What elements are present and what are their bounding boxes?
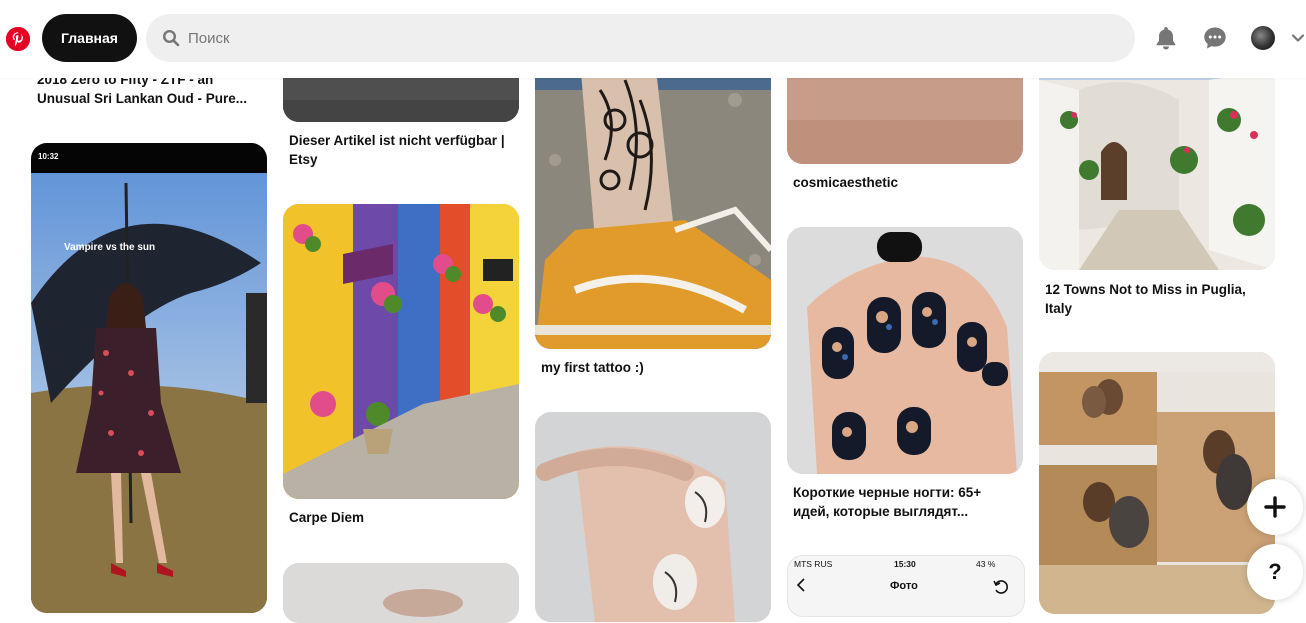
pin-image bbox=[535, 60, 771, 349]
phone-status-time: 10:32 bbox=[38, 152, 59, 161]
pin-image bbox=[283, 563, 519, 623]
pin-caption-tattoo[interactable]: my first tattoo :) bbox=[541, 358, 644, 377]
search-icon bbox=[162, 29, 180, 47]
search-bar[interactable] bbox=[146, 14, 1135, 62]
pin-caption-line: Dieser Artikel ist nicht verfügbar | bbox=[289, 133, 505, 148]
pin-vampire-photo[interactable]: 10:32 Vampire vs the sun bbox=[31, 143, 267, 613]
back-chevron-icon bbox=[796, 578, 805, 592]
svg-text:?: ? bbox=[1268, 559, 1281, 584]
pin-caption-line: Italy bbox=[1045, 301, 1073, 316]
pin-nail-art-photo[interactable] bbox=[535, 412, 771, 622]
vampire-overlay-text: Vampire vs the sun bbox=[64, 242, 156, 253]
phone-carrier: MTS RUS bbox=[794, 559, 833, 569]
help-button[interactable]: ? bbox=[1247, 544, 1303, 600]
messages-chat-icon[interactable] bbox=[1202, 25, 1228, 51]
pin-image bbox=[31, 143, 267, 613]
pin-caption-line: идей, которые выглядят... bbox=[793, 504, 969, 519]
undo-icon bbox=[993, 580, 1008, 594]
pin-tattoo-photo[interactable] bbox=[535, 60, 771, 349]
pin-hand-photo[interactable] bbox=[283, 563, 519, 623]
phone-time: 15:30 bbox=[894, 559, 916, 569]
plus-icon bbox=[1264, 496, 1286, 518]
phone-battery: 43 % bbox=[976, 559, 996, 569]
search-input[interactable] bbox=[186, 22, 1090, 54]
photo-screen-title: Фото bbox=[890, 580, 918, 592]
pin-image bbox=[1039, 60, 1275, 270]
question-mark-icon: ? bbox=[1268, 559, 1281, 584]
pin-image bbox=[283, 204, 519, 499]
pin-caption-cosmic[interactable]: cosmicaesthetic bbox=[793, 173, 898, 192]
pin-black-nails-photo[interactable] bbox=[787, 227, 1023, 474]
pin-image bbox=[787, 227, 1023, 474]
pin-carpe-diem-photo[interactable] bbox=[283, 204, 519, 499]
user-avatar[interactable] bbox=[1251, 26, 1275, 50]
pinterest-logo-icon[interactable] bbox=[6, 27, 30, 51]
top-navigation-bar: Главная bbox=[0, 0, 1306, 78]
pin-caption-line: Unusual Sri Lankan Oud - Pure... bbox=[37, 91, 248, 106]
pin-couple-collage-photo[interactable] bbox=[1039, 352, 1275, 614]
pin-caption-carpe-diem[interactable]: Carpe Diem bbox=[289, 508, 364, 527]
pin-caption-puglia[interactable]: 12 Towns Not to Miss in Puglia, Italy bbox=[1045, 280, 1246, 318]
pin-caption-line: Etsy bbox=[289, 152, 318, 167]
pin-caption-line: 12 Towns Not to Miss in Puglia, bbox=[1045, 282, 1246, 297]
chevron-down-icon[interactable] bbox=[1291, 31, 1305, 45]
pin-caption-black-nails[interactable]: Короткие черные ногти: 65+ идей, которые… bbox=[793, 483, 981, 521]
home-button[interactable]: Главная bbox=[42, 14, 137, 62]
pin-image bbox=[1039, 352, 1275, 614]
notifications-bell-icon[interactable] bbox=[1153, 25, 1179, 51]
pin-caption-etsy[interactable]: Dieser Artikel ist nicht verfügbar | Ets… bbox=[289, 131, 505, 169]
pin-phone-screenshot[interactable]: MTS RUS 15:30 43 % Фото bbox=[787, 555, 1025, 617]
pin-puglia-photo[interactable] bbox=[1039, 60, 1275, 270]
create-pin-button[interactable] bbox=[1247, 479, 1303, 535]
pin-image bbox=[535, 412, 771, 622]
pin-caption-line: Короткие черные ногти: 65+ bbox=[793, 485, 982, 500]
